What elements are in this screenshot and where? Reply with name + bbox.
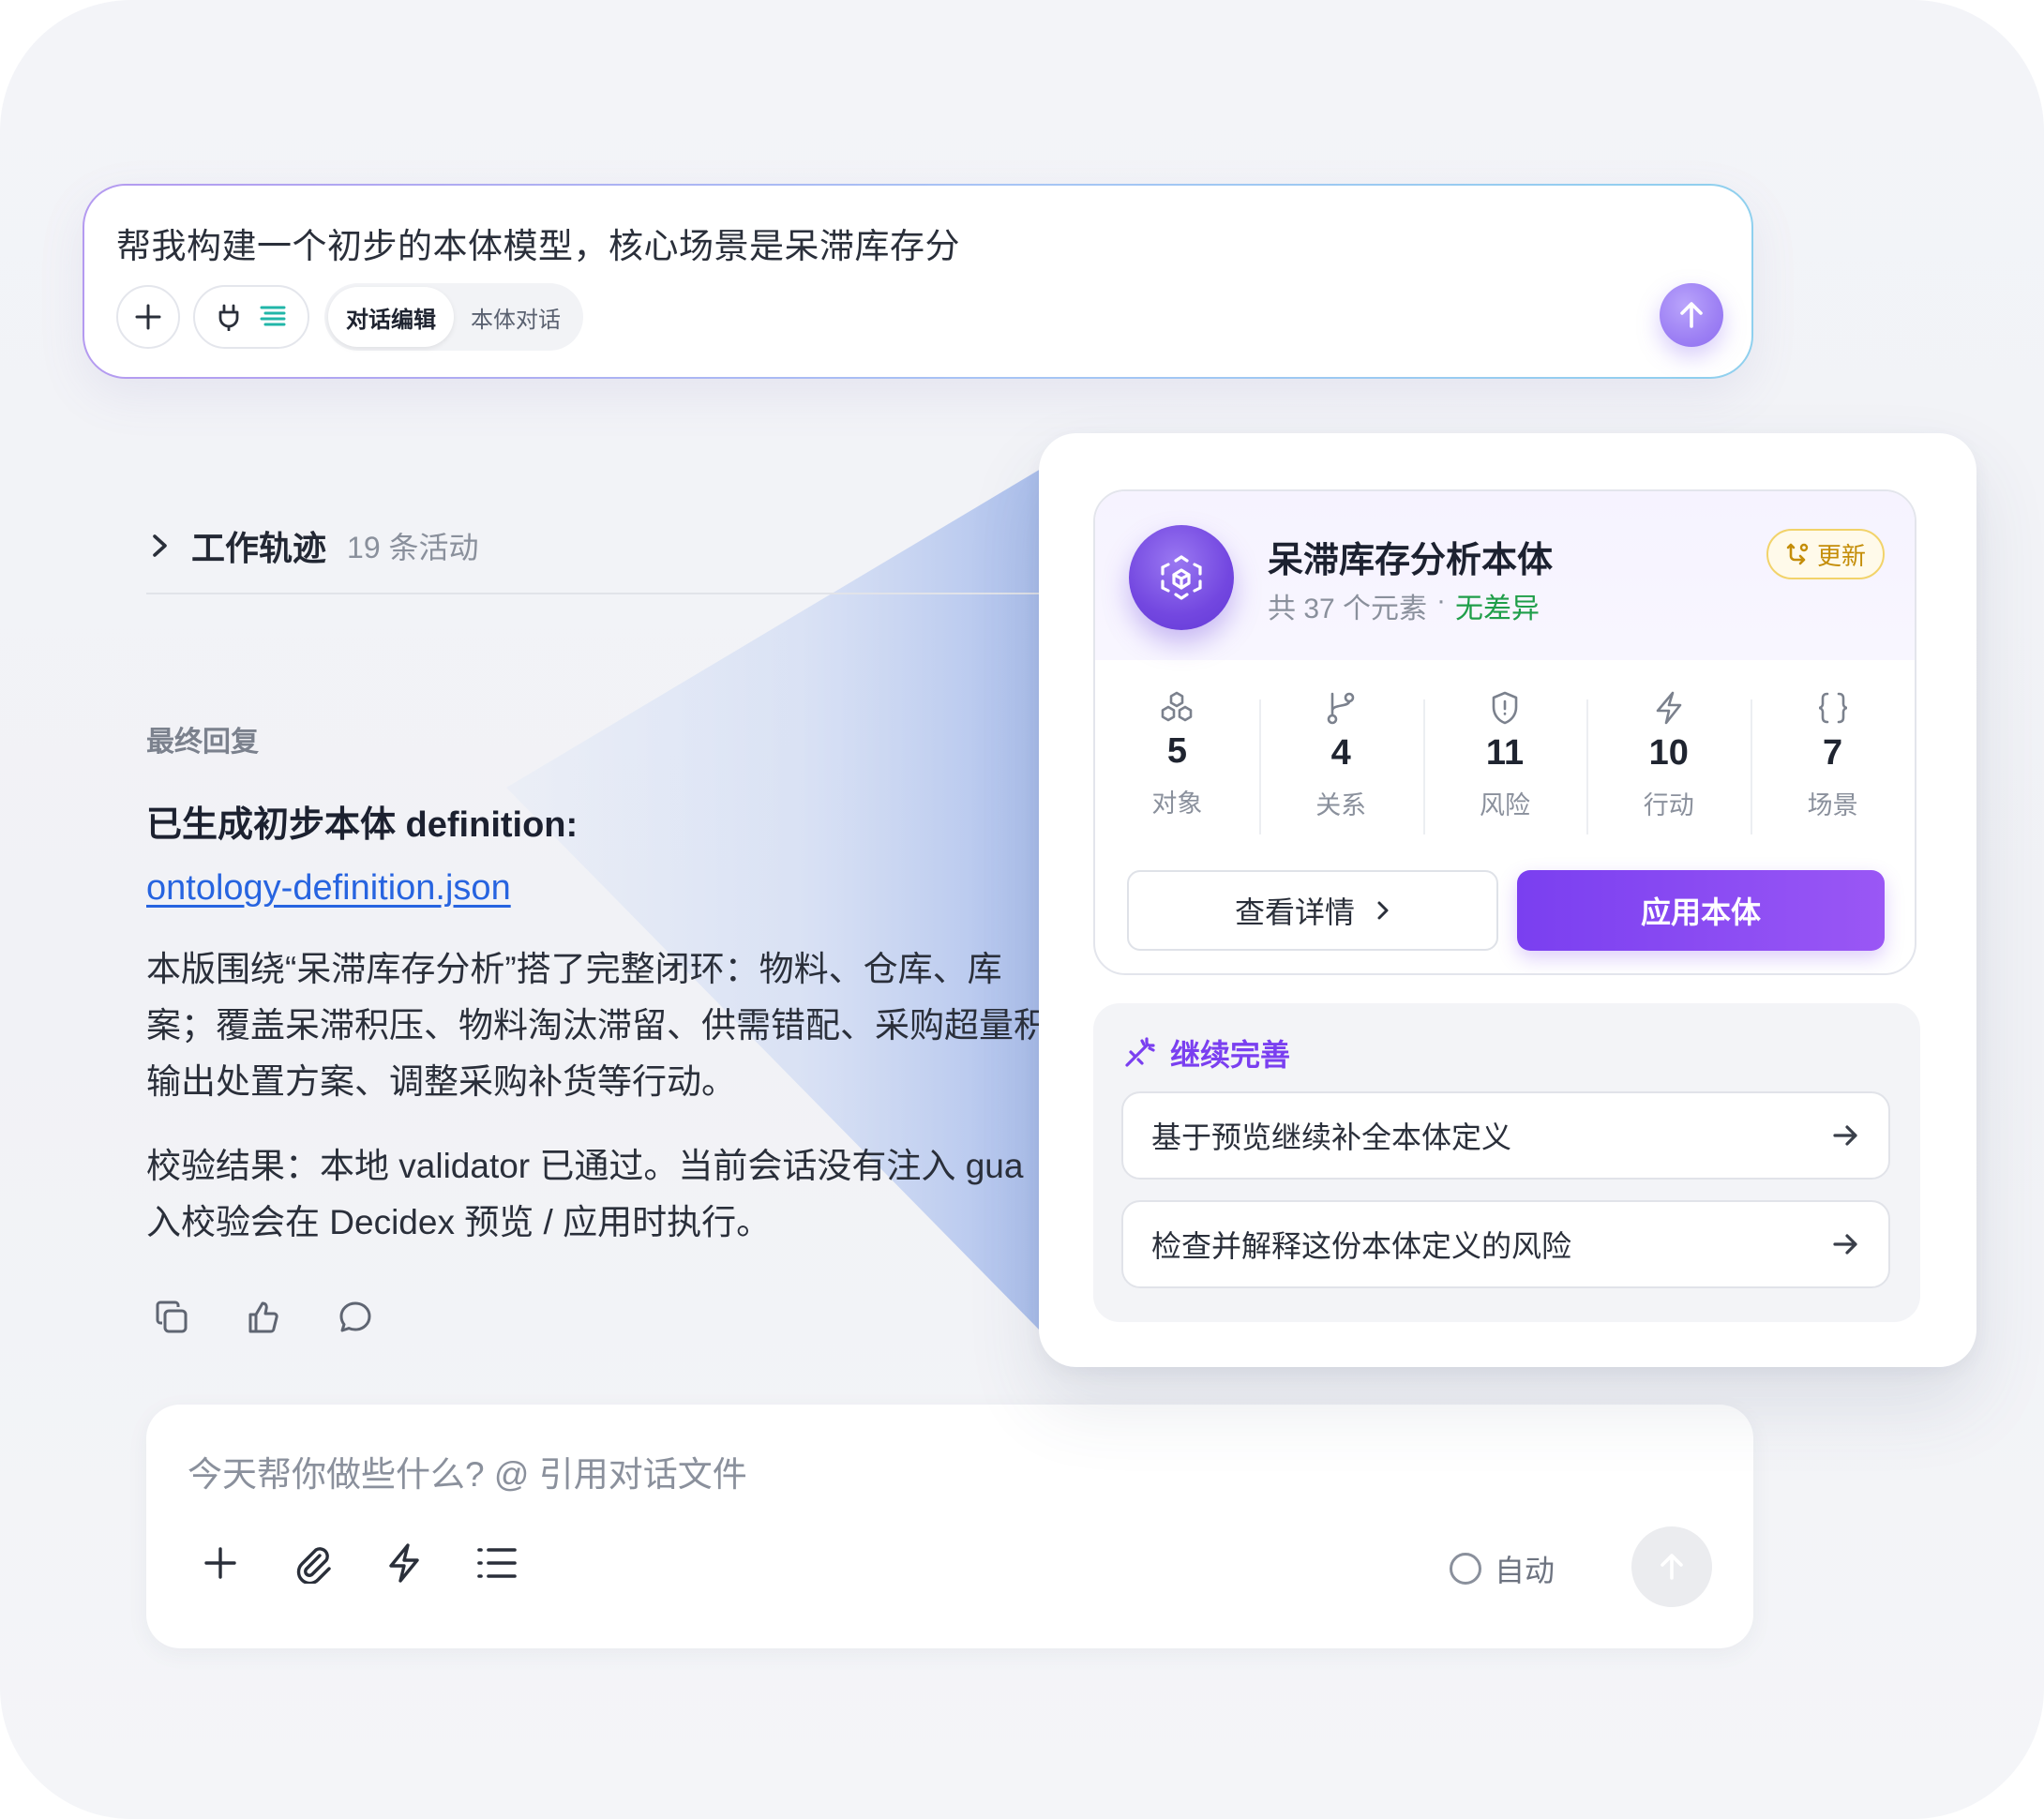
ontology-file-link[interactable]: ontology-definition.json — [146, 868, 511, 909]
radio-circle-icon — [1450, 1553, 1481, 1585]
suggestion-label: 检查并解释这份本体定义的风险 — [1151, 1229, 1572, 1263]
thumbs-up-icon — [248, 1301, 278, 1333]
arrow-up-icon — [1661, 1554, 1683, 1580]
stat-label: 行动 — [1643, 791, 1694, 819]
composer-send-button[interactable] — [1631, 1526, 1712, 1607]
stat-risks: 11 风险 — [1422, 675, 1587, 834]
suggestion-item[interactable]: 检查并解释这份本体定义的风险 — [1121, 1200, 1890, 1288]
attach-button[interactable] — [291, 1541, 334, 1585]
skills-button[interactable] — [383, 1541, 426, 1585]
stat-relations: 4 关系 — [1258, 675, 1423, 834]
plugin-toggle-button[interactable] — [193, 285, 309, 349]
stat-label: 场景 — [1807, 791, 1858, 819]
add-button[interactable] — [199, 1541, 242, 1585]
list-button[interactable] — [474, 1541, 518, 1585]
arrow-right-icon — [1833, 1125, 1857, 1146]
stat-actions: 10 行动 — [1586, 675, 1751, 834]
add-button[interactable] — [116, 285, 180, 349]
chat-composer: 今天帮你做些什么? @ 引用对话文件 自动 — [146, 1405, 1753, 1648]
separator-dot: · — [1436, 585, 1447, 616]
view-details-label: 查看详情 — [1234, 895, 1355, 929]
view-details-button[interactable]: 查看详情 — [1127, 870, 1498, 951]
diff-status: 无差异 — [1455, 594, 1541, 624]
braces-icon — [1818, 692, 1847, 724]
speech-bubble-icon — [339, 1301, 371, 1332]
tab-ontology-dialog[interactable]: 本体对话 — [454, 287, 578, 347]
arrow-up-icon — [1680, 302, 1703, 328]
update-badge[interactable]: 更新 — [1766, 529, 1885, 579]
cube-network-icon — [1161, 555, 1202, 600]
mode-switch: 对话编辑 本体对话 — [324, 283, 583, 351]
prompt-card: 帮我构建一个初步的本体模型，核心场景是呆滞库存分 对话编辑 本体对话 — [83, 184, 1753, 379]
final-reply-label: 最终回复 — [146, 727, 259, 758]
plus-icon — [204, 1547, 236, 1579]
list-lines-icon — [260, 306, 286, 326]
ontology-card: 呆滞库存分析本体 共 37 个元素 · 无差异 更新 5 对象 4 关系 11 … — [1093, 489, 1916, 975]
risk-shield-icon — [1492, 691, 1518, 725]
update-label: 更新 — [1816, 541, 1866, 570]
auto-mode-toggle[interactable]: 自动 — [1450, 1547, 1555, 1590]
paperclip-icon — [296, 1547, 331, 1584]
suggestion-item[interactable]: 基于预览继续补全本体定义 — [1121, 1091, 1890, 1180]
composer-toolbar — [199, 1541, 518, 1585]
ontology-name: 呆滞库存分析本体 — [1268, 541, 1554, 580]
suggestion-label: 基于预览继续补全本体定义 — [1151, 1120, 1512, 1154]
reply-line: 校验结果：本地 validator 已通过。当前会话没有注入 gua — [146, 1147, 1024, 1185]
divider — [146, 593, 1046, 594]
magic-wand-icon — [1125, 1037, 1155, 1067]
stat-label: 风险 — [1479, 791, 1530, 819]
element-count: 共 37 个元素 — [1268, 594, 1428, 624]
reply-paragraph-summary: 本版围绕“呆滞库存分析”搭了完整闭环：物料、仓库、库 案；覆盖呆滞积压、物料淘汰… — [146, 941, 1046, 1110]
composer-input[interactable]: 今天帮你做些什么? @ 引用对话文件 — [188, 1446, 747, 1496]
reply-paragraph-validation: 校验结果：本地 validator 已通过。当前会话没有注入 gua 入校验会在… — [146, 1138, 1046, 1251]
comment-button[interactable] — [336, 1298, 375, 1337]
app-canvas: 帮我构建一个初步的本体模型，核心场景是呆滞库存分 对话编辑 本体对话 工作轨迹 … — [0, 0, 2044, 1819]
lightning-icon — [389, 1543, 419, 1583]
continue-refine-header: 继续完善 — [1121, 1031, 1290, 1075]
lightning-icon — [1656, 691, 1682, 725]
stat-label: 关系 — [1315, 791, 1367, 819]
ontology-summary: 共 37 个元素 · 无差异 — [1268, 585, 1540, 626]
stat-value: 7 — [1823, 733, 1843, 773]
list-icon — [477, 1548, 517, 1578]
feedback-actions — [152, 1298, 375, 1337]
copy-icon — [156, 1300, 188, 1333]
chevron-right-icon — [1377, 901, 1389, 920]
objects-icon — [1162, 691, 1193, 722]
stat-value: 10 — [1648, 733, 1689, 773]
continue-refine-title: 继续完善 — [1170, 1038, 1291, 1072]
relations-icon — [1327, 692, 1355, 725]
copy-button[interactable] — [152, 1298, 191, 1337]
stat-value: 4 — [1330, 733, 1351, 773]
reply-heading: 已生成初步本体 definition: — [146, 805, 579, 845]
reply-line: 本版围绕“呆滞库存分析”搭了完整闭环：物料、仓库、库 — [146, 950, 1002, 988]
like-button[interactable] — [244, 1298, 283, 1337]
plug-icon — [218, 304, 239, 331]
swap-icon — [1786, 543, 1809, 565]
stat-value: 5 — [1166, 731, 1187, 771]
reply-line: 输出处置方案、调整采购补货等行动。 — [146, 1062, 736, 1101]
auto-label: 自动 — [1495, 1554, 1556, 1587]
ontology-preview-panel: 呆滞库存分析本体 共 37 个元素 · 无差异 更新 5 对象 4 关系 11 … — [1039, 433, 1976, 1367]
continue-refine-section: 继续完善 基于预览继续补全本体定义 检查并解释这份本体定义的风险 — [1093, 1003, 1920, 1322]
ontology-stats: 5 对象 4 关系 11 风险 10 行动 7 场景 — [1095, 675, 1915, 834]
chevron-right-icon — [153, 534, 167, 557]
apply-ontology-button[interactable]: 应用本体 — [1517, 870, 1885, 951]
stat-label: 对象 — [1151, 789, 1203, 818]
tab-dialog-edit[interactable]: 对话编辑 — [328, 287, 454, 347]
send-button[interactable] — [1660, 283, 1723, 347]
work-trace-count: 19 条活动 — [347, 531, 479, 564]
ontology-avatar — [1129, 525, 1234, 630]
prompt-input[interactable]: 帮我构建一个初步的本体模型，核心场景是呆滞库存分 — [116, 218, 960, 268]
reply-line: 案；覆盖呆滞积压、物料淘汰滞留、供需错配、采购超量积 — [146, 1006, 1046, 1045]
work-trace-toggle[interactable]: 工作轨迹 19 条活动 — [150, 521, 479, 570]
stat-objects: 5 对象 — [1095, 675, 1259, 818]
reply-line: 入校验会在 Decidex 预览 / 应用时执行。 — [146, 1203, 772, 1241]
stat-scenarios: 7 场景 — [1751, 675, 1915, 834]
arrow-right-icon — [1833, 1234, 1857, 1255]
work-trace-title: 工作轨迹 — [191, 529, 327, 567]
stat-value: 11 — [1485, 733, 1525, 773]
plus-icon — [135, 304, 161, 330]
